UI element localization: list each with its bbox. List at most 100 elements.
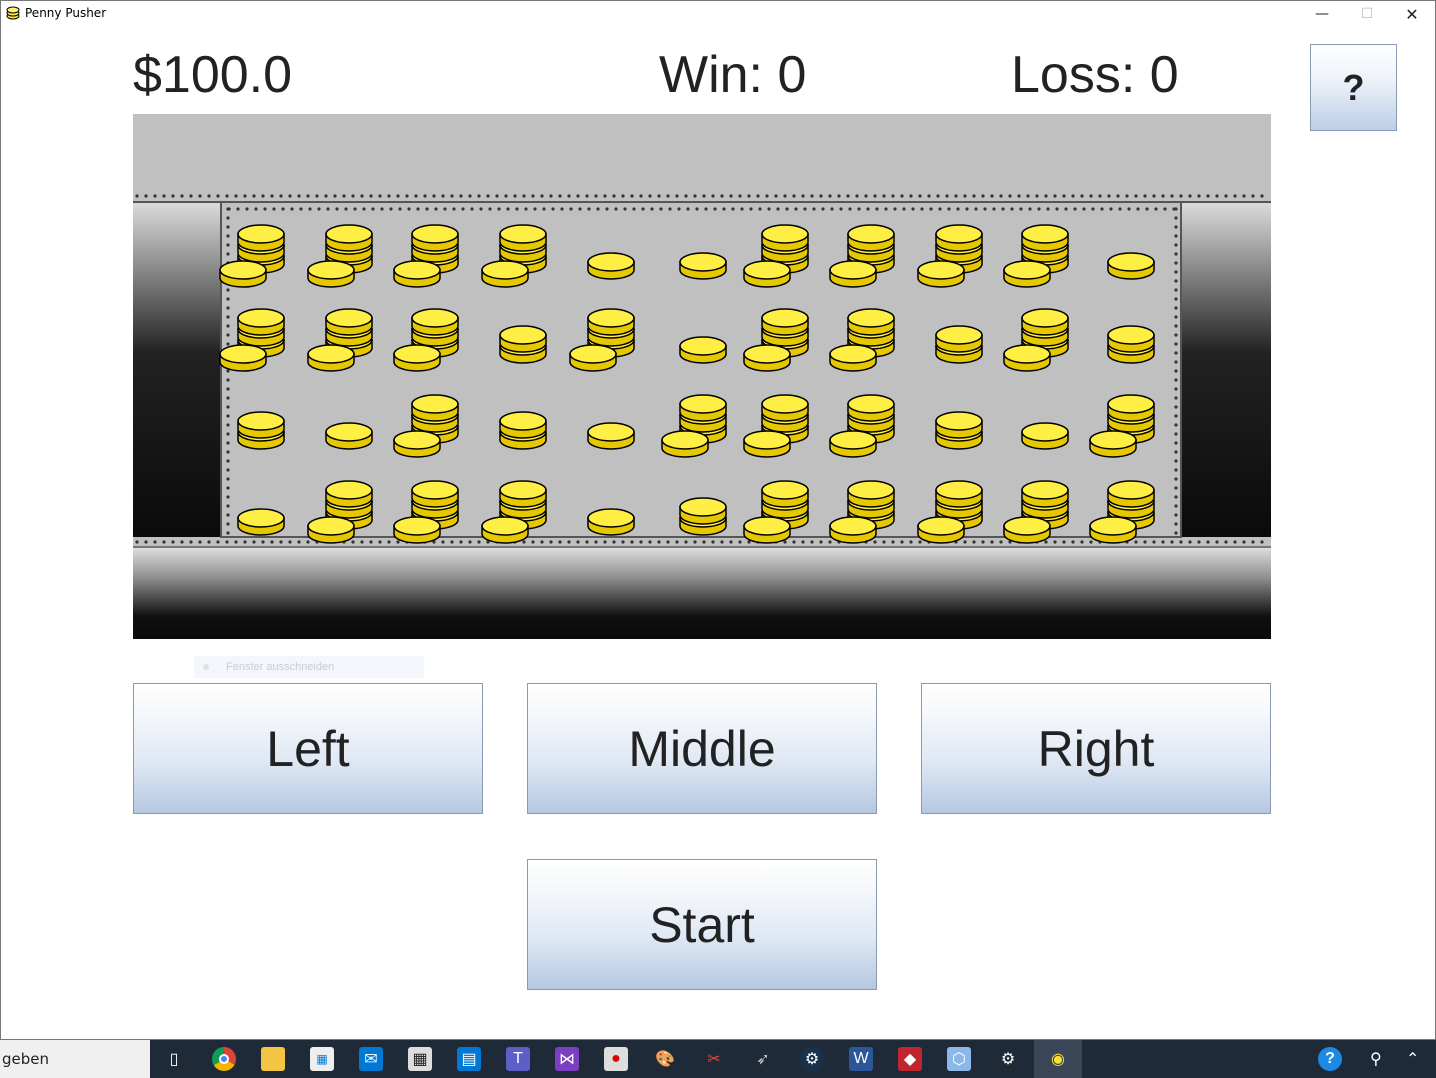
chevron-up-icon[interactable]: ⌃	[1406, 1047, 1419, 1071]
rivet	[657, 194, 661, 198]
steam-icon[interactable]: ⚙	[800, 1047, 824, 1071]
rivet	[1174, 531, 1178, 535]
rivet	[1044, 540, 1048, 544]
calculator-icon[interactable]: ▦	[408, 1047, 432, 1071]
cursor-icon[interactable]: ➶	[751, 1047, 775, 1071]
rivet	[1174, 342, 1178, 346]
coin	[499, 411, 547, 439]
right-button[interactable]: Right	[921, 683, 1271, 814]
rivet	[675, 540, 679, 544]
rivet	[226, 504, 230, 508]
penny-pusher-icon[interactable]: ◉	[1046, 1047, 1070, 1071]
rivet	[1174, 360, 1178, 364]
rivet	[1062, 194, 1066, 198]
rivet	[461, 207, 465, 211]
snipping-icon[interactable]: ✂	[702, 1047, 726, 1071]
rivet	[972, 194, 976, 198]
cube-icon[interactable]: ⬡	[947, 1047, 971, 1071]
coin	[1021, 224, 1069, 252]
maximize-icon: ☐	[1360, 6, 1374, 22]
rivet	[1001, 207, 1005, 211]
rivet	[226, 495, 230, 499]
rivet	[729, 194, 733, 198]
coin	[829, 516, 877, 544]
middle-button[interactable]: Middle	[527, 683, 877, 814]
rivet	[226, 513, 230, 517]
chrome-icon[interactable]	[212, 1047, 236, 1071]
coin	[935, 325, 983, 353]
rivet	[711, 540, 715, 544]
rivet	[1174, 279, 1178, 283]
settings-icon[interactable]: ⚙	[996, 1047, 1020, 1071]
coin	[679, 497, 727, 525]
rivet	[1098, 194, 1102, 198]
rivet	[226, 450, 230, 454]
maximize-button[interactable]: ☐	[1344, 1, 1390, 27]
teams-icon[interactable]: T	[506, 1047, 530, 1071]
taskbar-search[interactable]: geben	[0, 1040, 150, 1078]
visual-studio-icon[interactable]: ⋈	[555, 1047, 579, 1071]
remote-icon[interactable]: ●	[604, 1047, 628, 1071]
rivet	[1215, 540, 1219, 544]
rivet	[963, 194, 967, 198]
left-button[interactable]: Left	[133, 683, 483, 814]
rivet	[731, 207, 735, 211]
rivet	[630, 540, 634, 544]
rivet	[317, 207, 321, 211]
rivet	[1174, 423, 1178, 427]
rivet	[981, 540, 985, 544]
coin	[325, 422, 373, 450]
rivet	[369, 540, 373, 544]
rivet	[1242, 194, 1246, 198]
rivet	[416, 207, 420, 211]
rivet	[801, 540, 805, 544]
win-count: Win: 0	[659, 46, 807, 104]
calendar-icon[interactable]: ▤	[457, 1047, 481, 1071]
rivet	[398, 207, 402, 211]
start-button[interactable]: Start	[527, 859, 877, 990]
people-icon[interactable]: ⚲	[1370, 1047, 1382, 1071]
rivet	[1163, 207, 1167, 211]
rivet	[677, 207, 681, 211]
paint-icon[interactable]: 🎨	[653, 1047, 677, 1071]
app-icon[interactable]: ◆	[898, 1047, 922, 1071]
rivet	[1174, 270, 1178, 274]
rivet	[990, 540, 994, 544]
rivet	[747, 194, 751, 198]
coin	[847, 224, 895, 252]
coin	[1003, 516, 1051, 544]
close-button[interactable]: ✕	[1389, 1, 1435, 27]
rivet	[558, 540, 562, 544]
rivet	[891, 194, 895, 198]
rivet	[972, 540, 976, 544]
rivet	[450, 194, 454, 198]
rivet	[324, 194, 328, 198]
rivet	[1188, 194, 1192, 198]
word-icon[interactable]: W	[849, 1047, 873, 1071]
rivet	[837, 194, 841, 198]
rivet	[1044, 194, 1048, 198]
rivet	[1154, 207, 1158, 211]
coin	[829, 344, 877, 372]
coin	[761, 480, 809, 508]
rivet	[1118, 207, 1122, 211]
rivet	[785, 207, 789, 211]
rivet	[668, 207, 672, 211]
rivet	[261, 194, 265, 198]
rivet	[226, 207, 230, 211]
rivet	[1062, 540, 1066, 544]
rivet	[1035, 194, 1039, 198]
coin	[743, 516, 791, 544]
coin	[917, 260, 965, 288]
help-tray-icon[interactable]: ?	[1318, 1047, 1342, 1071]
mail-icon[interactable]: ✉	[359, 1047, 383, 1071]
file-explorer-icon[interactable]	[261, 1047, 285, 1071]
coin	[411, 308, 459, 336]
task-view-icon[interactable]: ▯	[162, 1047, 186, 1071]
minimize-button[interactable]: —	[1299, 1, 1345, 27]
coin	[237, 411, 285, 439]
store-icon[interactable]: ▦	[310, 1047, 334, 1071]
coin-stack-icon	[6, 6, 20, 20]
rivet	[893, 207, 897, 211]
help-button[interactable]: ?	[1310, 44, 1397, 131]
